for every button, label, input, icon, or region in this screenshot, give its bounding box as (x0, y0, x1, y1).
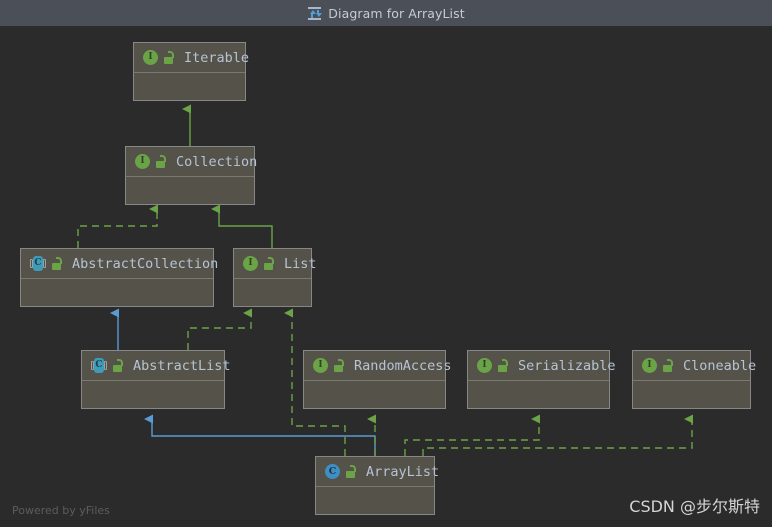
yfiles-watermark: Powered by yFiles (12, 504, 110, 517)
public-lock-icon (345, 465, 356, 478)
interface-icon (143, 50, 158, 65)
interface-icon (477, 358, 492, 373)
uml-node-members (304, 381, 445, 408)
uml-node-members (82, 381, 224, 408)
uml-node-members (234, 279, 311, 306)
uml-node-label: Collection (176, 153, 258, 170)
uml-node-header: ArrayList (316, 457, 439, 487)
uml-node-iterable[interactable]: Iterable (133, 42, 249, 101)
public-lock-icon (155, 155, 166, 168)
uml-node-abstractcollection[interactable]: AbstractCollection (20, 248, 218, 307)
uml-node-label: Cloneable (683, 357, 757, 374)
uml-node-header: RandomAccess (304, 351, 452, 381)
edge-abstractcollection-collection (77, 204, 158, 248)
public-lock-icon (112, 359, 123, 372)
class-icon (325, 464, 340, 479)
edge-arraylist-cloneable (422, 414, 693, 456)
uml-node-collection[interactable]: Collection (125, 146, 258, 205)
window-titlebar: Diagram for ArrayList (0, 0, 772, 26)
abstract-class-icon (91, 358, 107, 373)
public-lock-icon (51, 257, 62, 270)
csdn-watermark: CSDN @步尔斯特 (629, 497, 760, 516)
uml-node-label: RandomAccess (354, 357, 452, 374)
uml-node-label: AbstractCollection (72, 255, 219, 272)
uml-node-header: Collection (126, 147, 258, 177)
public-lock-icon (263, 257, 274, 270)
uml-node-serializable[interactable]: Serializable (467, 350, 616, 409)
diagram-window: Diagram for ArrayList I Iterable I Colle… (0, 0, 772, 527)
interface-icon (135, 154, 150, 169)
interface-icon (243, 256, 258, 271)
edge-arraylist-abstractlist (144, 414, 376, 456)
uml-node-label: AbstractList (133, 357, 231, 374)
uml-node-list[interactable]: List (233, 248, 317, 307)
interface-icon (313, 358, 328, 373)
uml-node-label: List (284, 255, 317, 272)
uml-node-randomaccess[interactable]: RandomAccess (303, 350, 452, 409)
diagram-icon (307, 6, 323, 21)
uml-node-header: AbstractList (82, 351, 231, 381)
uml-node-abstractlist[interactable]: AbstractList (81, 350, 231, 409)
uml-node-members (134, 73, 245, 100)
public-lock-icon (333, 359, 344, 372)
uml-node-members (126, 177, 254, 204)
uml-node-header: Cloneable (633, 351, 756, 381)
uml-node-cloneable[interactable]: Cloneable (632, 350, 756, 409)
public-lock-icon (662, 359, 673, 372)
uml-node-header: AbstractCollection (21, 249, 218, 279)
diagram-canvas[interactable]: Iterable Collection AbstractCollection List… (0, 26, 772, 527)
uml-node-members (316, 487, 434, 514)
uml-node-members (468, 381, 609, 408)
interface-icon (642, 358, 657, 373)
abstract-class-icon (30, 256, 46, 271)
edge-abstractlist-list (187, 308, 252, 350)
uml-node-header: Iterable (134, 43, 249, 73)
uml-node-arraylist[interactable]: ArrayList (315, 456, 439, 515)
uml-node-label: Serializable (518, 357, 616, 374)
uml-node-members (21, 279, 213, 306)
uml-node-members (633, 381, 750, 408)
uml-node-header: Serializable (468, 351, 616, 381)
public-lock-icon (163, 51, 174, 64)
public-lock-icon (497, 359, 508, 372)
uml-node-label: Iterable (184, 49, 250, 66)
window-title: Diagram for ArrayList (328, 5, 465, 21)
edge-arraylist-serializable (404, 414, 540, 456)
uml-node-header: List (234, 249, 317, 279)
edge-list-collection (211, 204, 273, 248)
uml-node-label: ArrayList (366, 463, 440, 480)
